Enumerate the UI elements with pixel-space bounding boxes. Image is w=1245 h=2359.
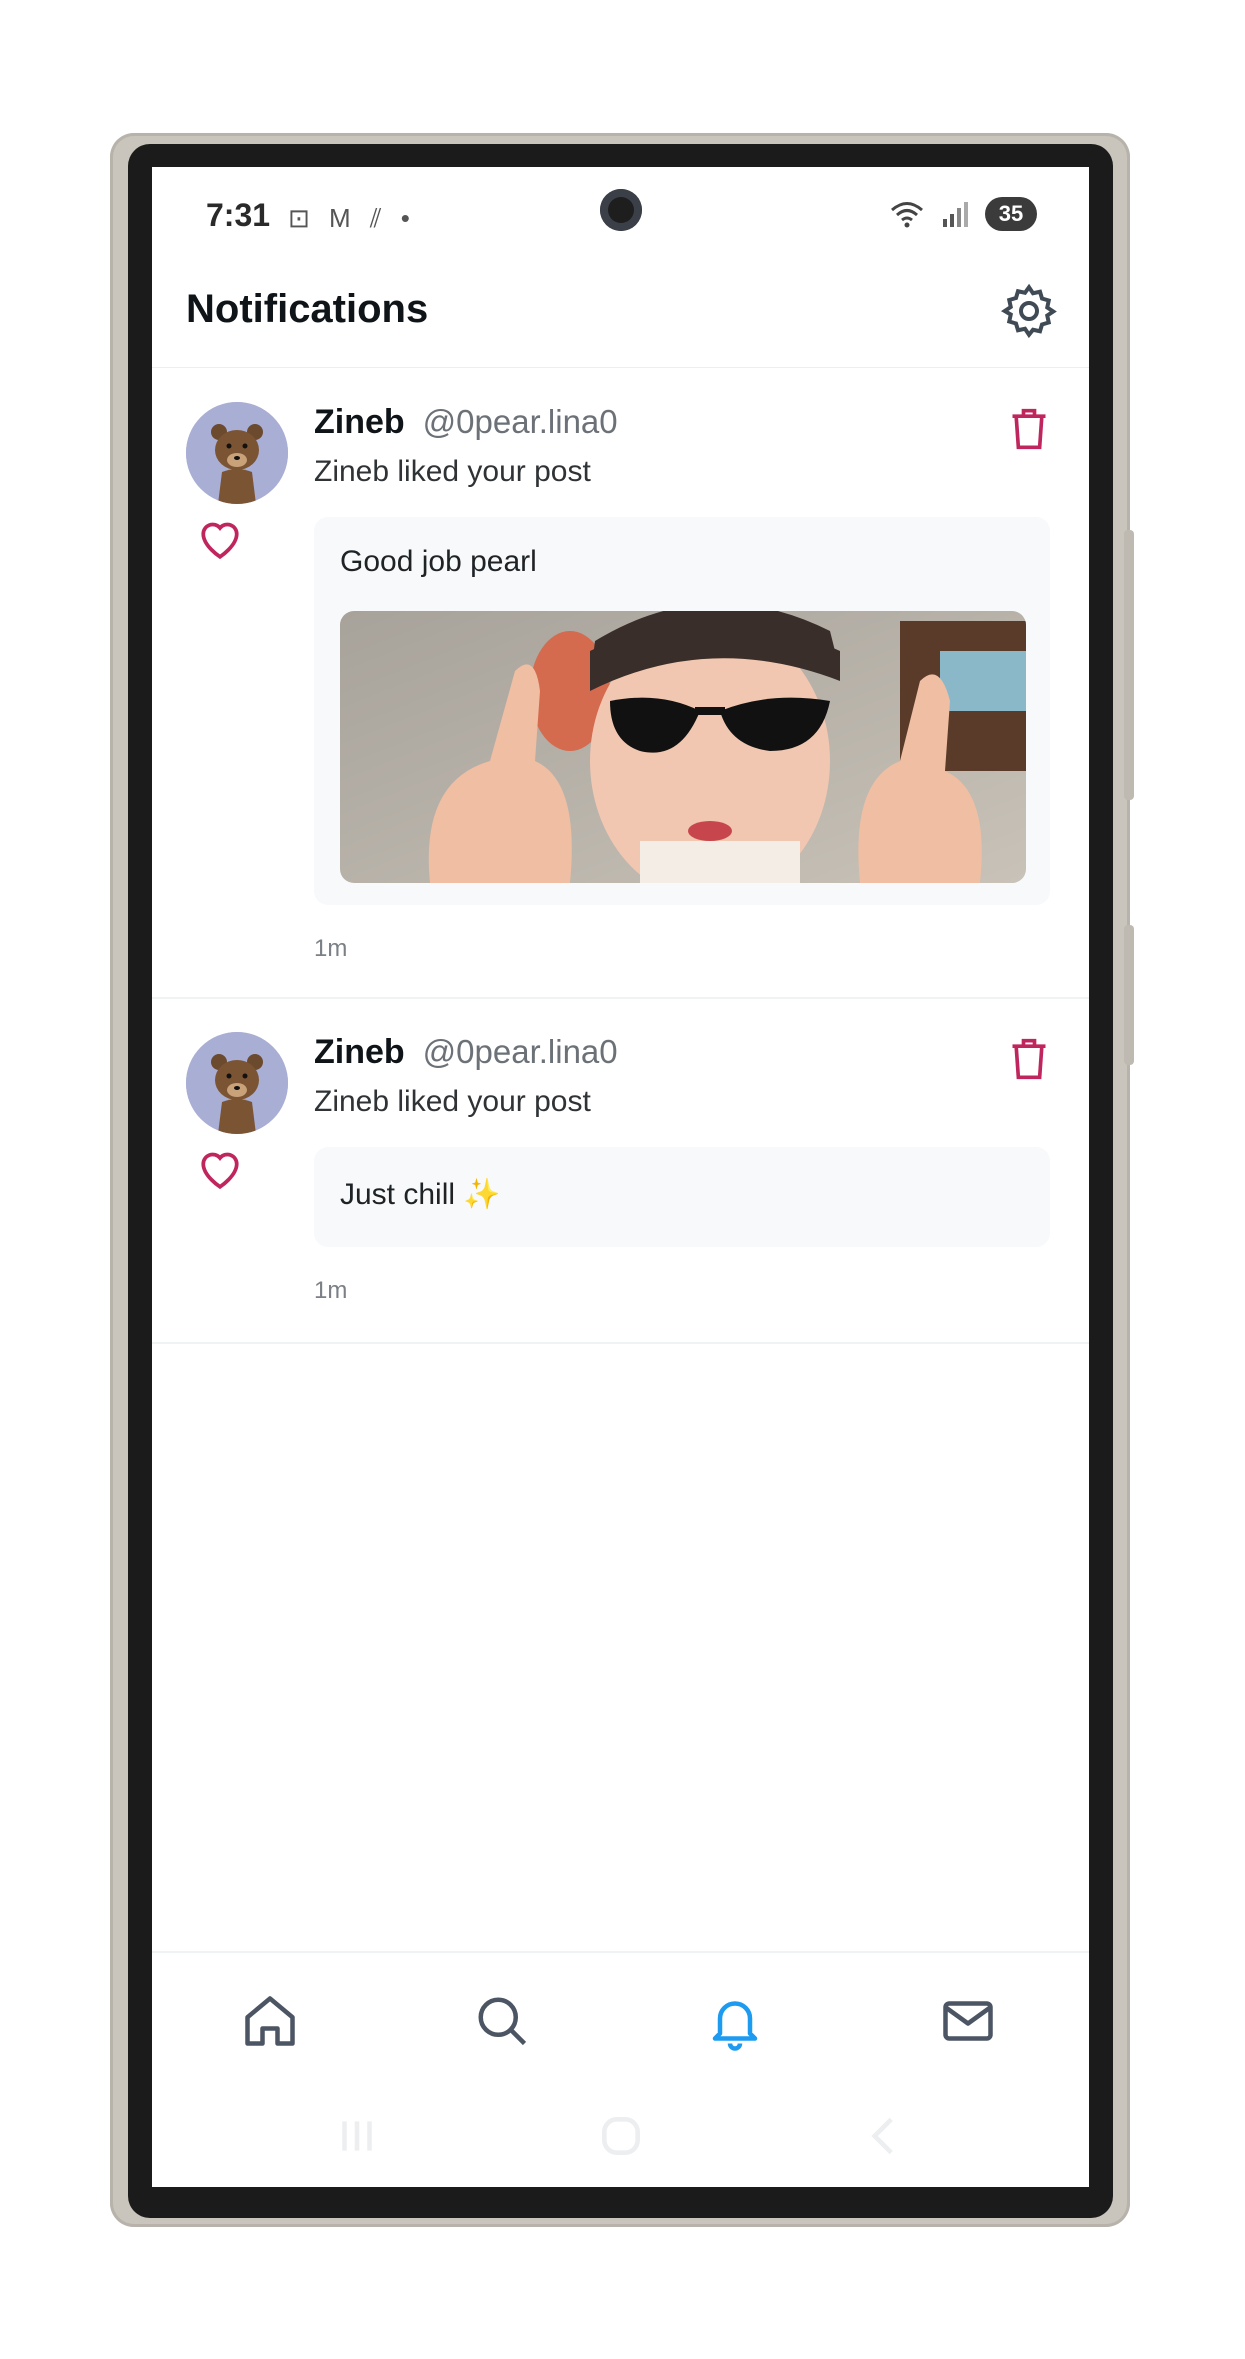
wifi-icon [891,202,923,228]
bell-icon [712,2001,758,2051]
user-handle[interactable]: @0pear.lina0 [423,403,618,441]
signal-icon [943,202,968,227]
heart-icon [201,1152,239,1190]
status-time: 7:31 [206,197,271,233]
bear-avatar-image [186,1032,288,1134]
header: Notifications [152,267,1089,368]
status-bar: 7:31 ⊡ M ⫽ • 35 [152,167,1089,267]
nav-notifications[interactable] [703,1989,767,2053]
bear-avatar-image [186,402,288,504]
front-camera [600,189,642,231]
name-row: Zineb @0pear.lina0 [314,1033,618,1072]
avatar[interactable] [186,1032,288,1134]
post-preview[interactable]: Good job pearl [314,517,1050,905]
post-image[interactable] [340,611,1026,883]
baby-sunglasses-photo [340,611,1026,883]
post-text: Just chill ✨ [340,1178,501,1211]
system-nav-bar [152,2087,1089,2187]
settings-button[interactable] [997,279,1061,343]
gear-icon [1000,283,1057,339]
heart-icon [201,522,239,560]
nav-home[interactable] [238,1989,302,2053]
user-handle[interactable]: @0pear.lina0 [423,1033,618,1071]
nav-messages[interactable] [936,1989,1000,2053]
action-text: Zineb liked your post [314,455,591,488]
timestamp: 1m [314,1277,348,1304]
name-row: Zineb @0pear.lina0 [314,403,618,442]
page-title: Notifications [186,287,429,331]
recent-apps-icon[interactable] [332,2111,382,2161]
search-icon [478,1997,527,2046]
action-text: Zineb liked your post [314,1085,591,1118]
user-name[interactable]: Zineb [314,403,405,442]
user-name[interactable]: Zineb [314,1033,405,1072]
timestamp: 1m [314,935,348,962]
trash-icon [1012,408,1046,450]
home-icon [245,1996,295,2046]
battery-indicator: 35 [985,197,1037,231]
back-icon[interactable] [860,2111,910,2161]
delete-button[interactable] [1007,405,1051,453]
status-right: 35 [889,197,1037,231]
notification-item[interactable]: Zineb @0pear.lina0 Zineb liked your post… [152,367,1089,999]
screen: 7:31 ⊡ M ⫽ • 35 Notifications Zineb @0pe… [152,167,1089,2187]
home-button-icon[interactable] [596,2111,646,2161]
bottom-nav [152,1951,1089,2083]
notification-item[interactable]: Zineb @0pear.lina0 Zineb liked your post… [152,997,1089,1344]
nav-search[interactable] [470,1989,534,2053]
delete-button[interactable] [1007,1035,1051,1083]
post-text: Good job pearl [340,545,537,578]
trash-icon [1012,1038,1046,1080]
post-preview[interactable]: Just chill ✨ [314,1147,1050,1247]
notification-status-icons: ⊡ M ⫽ • [288,203,416,233]
volume-button [1124,530,1134,800]
power-button [1124,925,1134,1065]
avatar[interactable] [186,402,288,504]
mail-icon [943,2001,993,2041]
